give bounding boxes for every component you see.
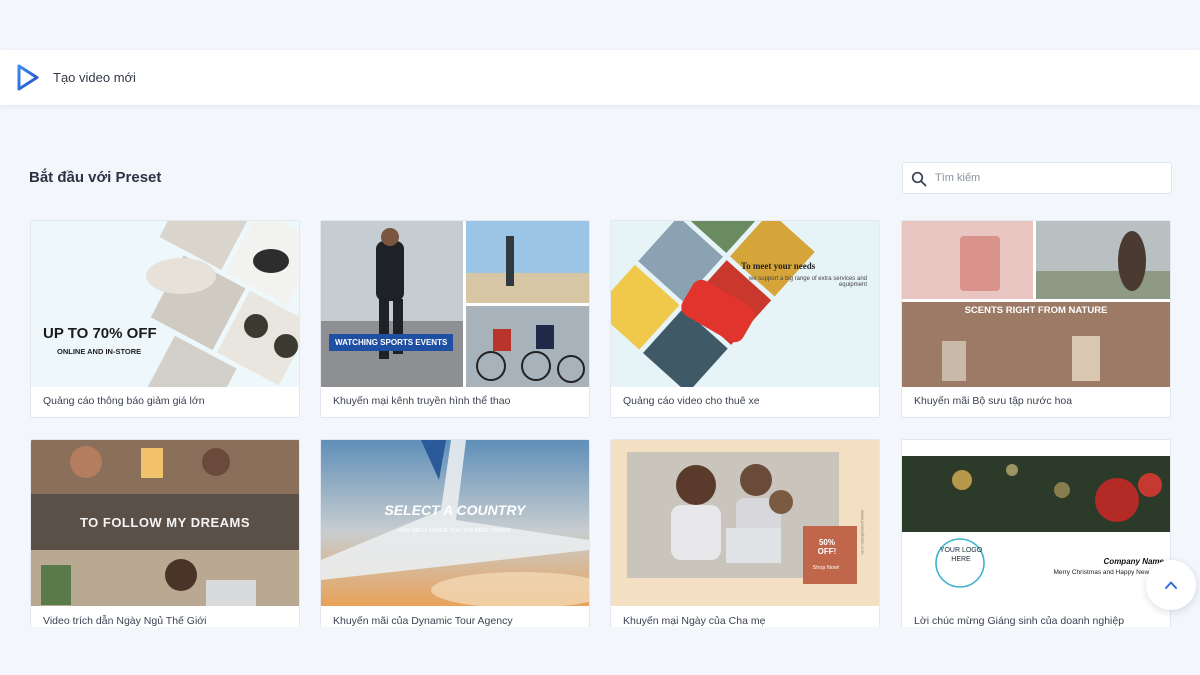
scroll-to-top-button[interactable] bbox=[1146, 560, 1196, 610]
preset-card-label: Khuyến mại kênh truyền hình thể thao bbox=[333, 395, 511, 407]
page-bottom bbox=[0, 627, 1200, 675]
preset-thumbnail[interactable]: YOUR LOGO HERE Company Name Merry Christ… bbox=[902, 440, 1170, 606]
thumb-headline: UP TO 70% OFF bbox=[43, 325, 157, 342]
preset-card-label: Lời chúc mừng Giáng sinh của doanh nghiệ… bbox=[914, 615, 1125, 627]
preset-card-christmas[interactable]: YOUR LOGO HERE Company Name Merry Christ… bbox=[901, 439, 1171, 629]
preset-card-label: Quảng cáo thông báo giảm giá lớn bbox=[43, 395, 205, 407]
thumb-headline: TO FOLLOW MY DREAMS bbox=[79, 515, 251, 530]
preset-thumbnail[interactable]: www.yourwebsite.com 50% OFF! Shop Now! bbox=[611, 440, 879, 606]
search-box[interactable] bbox=[902, 162, 1172, 194]
preset-thumbnail[interactable]: SCENTS RIGHT FROM NATURE bbox=[902, 221, 1170, 387]
preset-card-label: Khuyến mại Ngày của Cha mẹ bbox=[623, 615, 766, 627]
preset-card-sale[interactable]: UP TO 70% OFF ONLINE AND IN-STORE Quảng … bbox=[30, 220, 300, 418]
thumb-company-name: Company Name bbox=[1103, 557, 1164, 566]
preset-thumbnail[interactable]: SELECT A COUNTRY AND WE'LL OFFER YOU THE… bbox=[321, 440, 589, 606]
preset-thumbnail[interactable]: UP TO 70% OFF ONLINE AND IN-STORE bbox=[31, 221, 299, 387]
preset-card-label: Khuyến mãi Bộ sưu tập nước hoa bbox=[914, 395, 1073, 407]
preset-card-label: Video trích dẫn Ngày Ngủ Thế Giới bbox=[43, 615, 207, 627]
preset-thumbnail[interactable]: WATCHING SPORTS EVENTS bbox=[321, 221, 589, 387]
search-input[interactable] bbox=[935, 163, 1165, 193]
preset-card-perfume[interactable]: SCENTS RIGHT FROM NATURE Khuyến mãi Bộ s… bbox=[901, 220, 1171, 418]
thumb-headline: WATCHING SPORTS EVENTS bbox=[329, 334, 454, 351]
preset-card-sports[interactable]: WATCHING SPORTS EVENTS Khuyến mại kênh t… bbox=[320, 220, 590, 418]
preset-card-car-rental[interactable]: To meet your needs we support a big rang… bbox=[610, 220, 880, 418]
thumb-headline: SELECT A COUNTRY bbox=[384, 502, 526, 518]
svg-text:www.yourwebsite.com: www.yourwebsite.com bbox=[860, 510, 865, 555]
preset-card-parents-day[interactable]: www.yourwebsite.com 50% OFF! Shop Now! K… bbox=[610, 439, 880, 629]
thumb-subtext: Shop Now! bbox=[812, 565, 840, 571]
thumb-subtext: we support a big range of extra services… bbox=[748, 276, 867, 288]
preset-card-sleep-day[interactable]: TO FOLLOW MY DREAMS Video trích dẫn Ngày… bbox=[30, 439, 300, 629]
section-title: Bắt đầu với Preset bbox=[29, 169, 162, 186]
thumb-subtext: AND WE'LL OFFER YOU THE BEST TOURS! bbox=[398, 528, 512, 534]
preset-card-tour-agency[interactable]: SELECT A COUNTRY AND WE'LL OFFER YOU THE… bbox=[320, 439, 590, 629]
preset-card-label: Khuyến mãi của Dynamic Tour Agency bbox=[333, 615, 513, 627]
preset-thumbnail[interactable]: To meet your needs we support a big rang… bbox=[611, 221, 879, 387]
thumb-subtext: ONLINE AND IN-STORE bbox=[57, 347, 142, 356]
top-bar: Tạo video mới bbox=[0, 50, 1200, 105]
thumb-headline: SCENTS RIGHT FROM NATURE bbox=[964, 305, 1108, 316]
chevron-up-icon bbox=[1165, 581, 1177, 589]
preset-card-label: Quảng cáo video cho thuê xe bbox=[623, 395, 760, 407]
preset-thumbnail[interactable]: TO FOLLOW MY DREAMS bbox=[31, 440, 299, 606]
play-logo-icon[interactable] bbox=[17, 64, 39, 91]
search-icon bbox=[911, 171, 927, 187]
thumb-headline: 50% OFF! bbox=[817, 538, 837, 556]
thumb-headline: To meet your needs bbox=[741, 261, 816, 271]
thumb-logo-placeholder: YOUR LOGO HERE bbox=[939, 547, 983, 563]
new-video-title[interactable]: Tạo video mới bbox=[53, 70, 136, 85]
thumb-subtext: Merry Christmas and Happy New Year bbox=[1053, 569, 1164, 576]
